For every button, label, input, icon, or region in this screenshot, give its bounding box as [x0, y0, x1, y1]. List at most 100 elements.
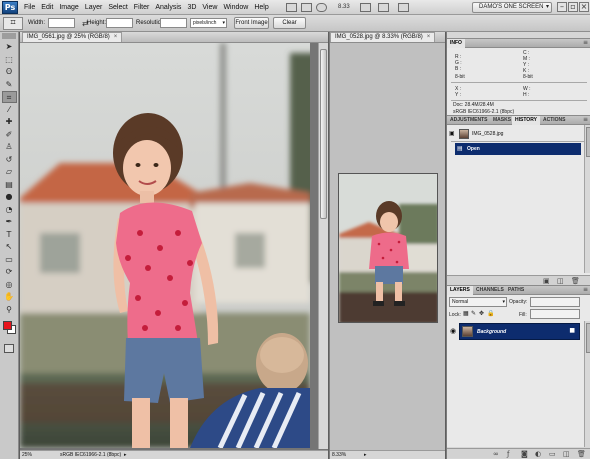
pen-tool-icon[interactable]: ✒ [2, 216, 17, 228]
tab-actions[interactable]: ACTIONS [540, 116, 569, 125]
menu-window[interactable]: Window [220, 0, 251, 15]
document-tab[interactable]: IMG_0528.jpg @ 8.33% (RGB/8) × [330, 32, 436, 42]
quick-selection-tool-icon[interactable]: ✎ [2, 79, 17, 91]
clone-stamp-tool-icon[interactable]: ♙ [2, 141, 17, 153]
tab-adjustments[interactable]: ADJUSTMENTS [447, 116, 491, 125]
lock-position-icon[interactable]: ✥ [479, 311, 484, 317]
3d-orbit-tool-icon[interactable]: ◎ [2, 279, 17, 291]
panel-menu-icon[interactable]: ≡ [583, 116, 588, 124]
lock-all-icon[interactable]: 🔒 [487, 311, 494, 317]
tab-history[interactable]: HISTORY [512, 116, 540, 125]
panel-menu-icon[interactable]: ≡ [583, 286, 588, 294]
eyedropper-tool-icon[interactable]: ⁄ [2, 104, 17, 116]
layer-row-background[interactable]: Background ■ [459, 323, 580, 340]
zoom-field[interactable]: 25% [22, 451, 32, 459]
marquee-tool-icon[interactable]: ⬚ [2, 54, 17, 66]
adjustment-layer-icon[interactable]: ◐ [535, 450, 541, 458]
quick-mask-icon[interactable] [4, 344, 14, 353]
opacity-field[interactable] [530, 297, 580, 307]
layers-scrollbar[interactable] [584, 321, 590, 447]
lasso-tool-icon[interactable]: ʘ [2, 66, 17, 78]
foreground-color-swatch[interactable] [3, 321, 12, 330]
close-button[interactable]: × [579, 2, 589, 12]
tab-masks[interactable]: MASKS [490, 116, 514, 125]
menu-analysis[interactable]: Analysis [152, 0, 184, 15]
trash-icon[interactable]: 🗑 [571, 277, 580, 285]
history-snapshot[interactable]: ▣ IMG_0528.jpg [447, 128, 581, 140]
resolution-units-select[interactable]: pixels/inch ▾ [190, 18, 227, 28]
mini-bridge-icon[interactable] [301, 3, 312, 12]
lock-transparent-icon[interactable]: ▦ [463, 311, 469, 317]
gradient-tool-icon[interactable]: ▤ [2, 179, 17, 191]
path-selection-tool-icon[interactable]: ↖ [2, 241, 17, 253]
add-mask-icon[interactable]: ◙ [521, 450, 528, 458]
trash-icon[interactable]: 🗑 [577, 450, 586, 458]
blend-mode-select[interactable]: Normal ▾ [449, 297, 507, 307]
screen-mode-icon[interactable] [398, 3, 409, 12]
front-image-button[interactable]: Front Image [234, 17, 269, 29]
scrollbar-thumb[interactable] [320, 49, 327, 219]
scrollbar-thumb[interactable] [586, 127, 590, 157]
document-canvas[interactable] [338, 173, 438, 323]
status-menu-icon[interactable]: ▸ [124, 451, 127, 459]
zoom-tool-icon[interactable]: ⚲ [2, 304, 17, 316]
workspace-switcher[interactable]: DAMO'S ONE SCREEN ▾ [472, 2, 552, 13]
width-field[interactable] [48, 18, 75, 28]
bridge-icon[interactable] [286, 3, 297, 12]
minimize-button[interactable]: – [557, 2, 567, 12]
zoom-field[interactable]: 8.33% [332, 451, 346, 459]
lock-image-icon[interactable]: ✎ [471, 311, 476, 317]
link-layers-icon[interactable]: ∞ [493, 450, 499, 458]
menu-file[interactable]: File [21, 0, 38, 15]
shape-tool-icon[interactable]: ▭ [2, 254, 17, 266]
status-menu-icon[interactable]: ▸ [364, 451, 367, 459]
new-group-icon[interactable]: ▭ [549, 450, 556, 458]
new-document-from-state-icon[interactable]: ▣ [543, 277, 550, 285]
type-tool-icon[interactable]: T [2, 229, 17, 241]
menu-help[interactable]: Help [251, 0, 271, 15]
move-tool-icon[interactable]: ➤ [2, 41, 17, 53]
new-snapshot-icon[interactable]: ◫ [557, 277, 564, 285]
history-source-icon[interactable]: ▣ [449, 128, 455, 140]
tab-paths[interactable]: PATHS [505, 286, 527, 295]
close-icon[interactable]: × [114, 34, 118, 40]
history-brush-tool-icon[interactable]: ↺ [2, 154, 17, 166]
dodge-tool-icon[interactable]: ◔ [2, 204, 17, 216]
panel-menu-icon[interactable]: ≡ [583, 39, 588, 47]
menu-select[interactable]: Select [105, 0, 130, 15]
healing-brush-tool-icon[interactable]: ✚ [2, 116, 17, 128]
tab-layers[interactable]: LAYERS [447, 286, 473, 295]
arrange-documents-icon[interactable] [378, 3, 389, 12]
brush-tool-icon[interactable]: ✐ [2, 129, 17, 141]
close-icon[interactable]: × [427, 34, 431, 40]
clear-button[interactable]: Clear [273, 17, 306, 29]
document-tab[interactable]: IMG_0561.jpg @ 25% (RGB/8) × [22, 32, 123, 42]
zoom-level[interactable]: 8.33 [338, 0, 350, 15]
history-state[interactable]: ▤ Open [455, 143, 581, 155]
view-extras-icon[interactable] [360, 3, 371, 12]
height-field[interactable] [106, 18, 133, 28]
crop-tool-icon[interactable]: ⌗ [1, 91, 17, 103]
resolution-field[interactable] [160, 18, 187, 28]
tools-panel-grip[interactable] [2, 33, 16, 39]
vertical-scrollbar[interactable] [318, 43, 328, 449]
hand-tool-icon[interactable]: ✋ [2, 291, 17, 303]
menu-edit[interactable]: Edit [38, 0, 56, 15]
menu-filter[interactable]: Filter [131, 0, 153, 15]
tab-info[interactable]: INFO [447, 39, 465, 48]
menu-3d[interactable]: 3D [184, 0, 199, 15]
hand-icon[interactable] [316, 3, 327, 12]
menu-layer[interactable]: Layer [82, 0, 106, 15]
history-scrollbar[interactable] [584, 125, 590, 273]
crop-tool-preset-icon[interactable]: ⌗ [3, 17, 23, 30]
layer-style-icon[interactable]: ƒ [507, 450, 509, 458]
fill-field[interactable] [530, 309, 580, 319]
eraser-tool-icon[interactable]: ▱ [2, 166, 17, 178]
tab-channels[interactable]: CHANNELS [473, 286, 507, 295]
3d-rotate-tool-icon[interactable]: ⟳ [2, 266, 17, 278]
blur-tool-icon[interactable]: ● [2, 191, 17, 203]
document-canvas[interactable] [20, 43, 310, 448]
menu-view[interactable]: View [199, 0, 220, 15]
eye-icon[interactable]: ◉ [450, 325, 456, 337]
scrollbar-thumb[interactable] [586, 323, 590, 353]
